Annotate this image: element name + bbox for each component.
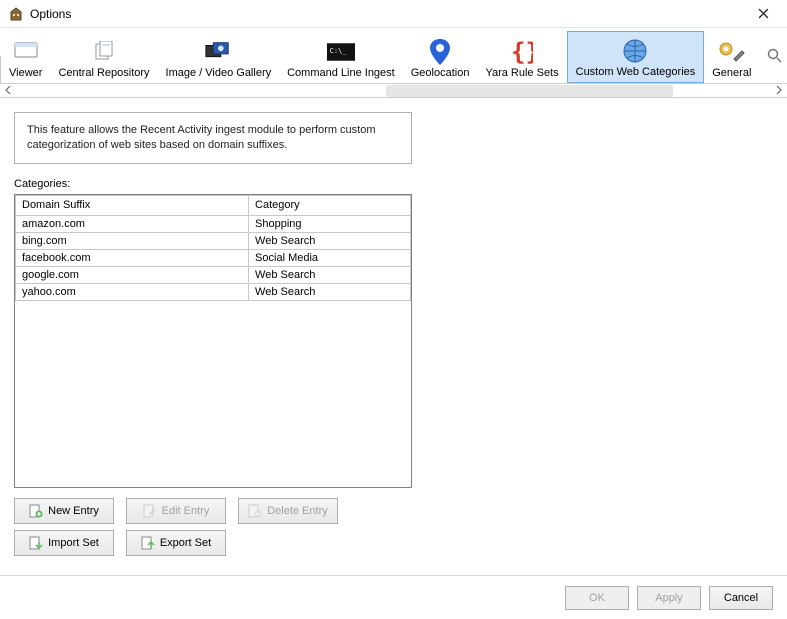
button-label: New Entry (48, 505, 99, 517)
edit-entry-button[interactable]: Edit Entry (126, 498, 226, 524)
tab-central-repository[interactable]: Central Repository (50, 31, 157, 83)
button-label: Apply (655, 592, 683, 604)
tab-label: Viewer (9, 67, 42, 79)
button-label: Delete Entry (267, 505, 328, 517)
window-title: Options (30, 7, 747, 21)
table-row[interactable]: amazon.comShopping (16, 215, 411, 232)
scroll-right-icon[interactable] (771, 85, 787, 97)
repository-icon (90, 40, 118, 64)
scroll-track[interactable] (16, 84, 771, 98)
dialog-footer: OK Apply Cancel (0, 575, 787, 619)
tab-label: Yara Rule Sets (485, 67, 558, 79)
cancel-button[interactable]: Cancel (709, 586, 773, 610)
tab-label: Geolocation (411, 67, 470, 79)
import-icon (29, 536, 43, 550)
close-button[interactable] (747, 2, 779, 26)
tab-label: General (712, 67, 751, 79)
tab-label: Custom Web Categories (576, 66, 696, 78)
yara-icon: {} (508, 40, 536, 64)
tab-command-line-ingest[interactable]: C:\_ Command Line Ingest (279, 31, 403, 83)
cell-category: Web Search (249, 283, 411, 300)
cell-category: Web Search (249, 232, 411, 249)
categories-label: Categories: (14, 178, 773, 190)
tab-viewer[interactable]: Viewer (1, 31, 50, 83)
viewer-icon (12, 40, 40, 64)
svg-text:{}: {} (511, 40, 533, 64)
table-row[interactable]: yahoo.comWeb Search (16, 283, 411, 300)
tab-yara-rule-sets[interactable]: {} Yara Rule Sets (477, 31, 566, 83)
scroll-left-icon[interactable] (0, 85, 16, 97)
cell-domain-suffix: facebook.com (16, 249, 249, 266)
title-bar: Options (0, 0, 787, 28)
table-row[interactable]: bing.comWeb Search (16, 232, 411, 249)
search-icon[interactable] (767, 48, 783, 67)
apply-button[interactable]: Apply (637, 586, 701, 610)
tab-image-video-gallery[interactable]: Image / Video Gallery (158, 31, 280, 83)
export-set-button[interactable]: Export Set (126, 530, 226, 556)
export-icon (141, 536, 155, 550)
edit-file-icon (143, 504, 157, 518)
col-category[interactable]: Category (249, 195, 411, 215)
col-domain-suffix[interactable]: Domain Suffix (16, 195, 249, 215)
table-header-row: Domain Suffix Category (16, 195, 411, 215)
app-icon (8, 6, 24, 22)
cell-category: Social Media (249, 249, 411, 266)
button-row-1: New Entry Edit Entry Delete Entry (14, 498, 773, 524)
svg-text:C:\_: C:\_ (330, 47, 348, 55)
button-label: Import Set (48, 537, 99, 549)
tab-general[interactable]: General (704, 31, 759, 83)
table-row[interactable]: google.comWeb Search (16, 266, 411, 283)
cli-icon: C:\_ (327, 40, 355, 64)
tab-geolocation[interactable]: Geolocation (403, 31, 478, 83)
tab-label: Command Line Ingest (287, 67, 395, 79)
cell-domain-suffix: bing.com (16, 232, 249, 249)
button-label: Cancel (724, 592, 758, 604)
import-set-button[interactable]: Import Set (14, 530, 114, 556)
ok-button[interactable]: OK (565, 586, 629, 610)
tab-strip: Viewer Central Repository Image / Video … (0, 28, 787, 84)
cell-category: Web Search (249, 266, 411, 283)
feature-description: This feature allows the Recent Activity … (14, 112, 412, 164)
general-icon (718, 40, 746, 64)
delete-file-icon (248, 504, 262, 518)
cell-domain-suffix: amazon.com (16, 215, 249, 232)
geolocation-icon (426, 40, 454, 64)
globe-icon (621, 39, 649, 63)
button-label: Edit Entry (162, 505, 210, 517)
delete-entry-button[interactable]: Delete Entry (238, 498, 338, 524)
new-entry-button[interactable]: New Entry (14, 498, 114, 524)
content-panel: This feature allows the Recent Activity … (0, 98, 787, 556)
add-file-icon (29, 504, 43, 518)
tab-label: Image / Video Gallery (166, 67, 272, 79)
table-row[interactable]: facebook.comSocial Media (16, 249, 411, 266)
cell-domain-suffix: yahoo.com (16, 283, 249, 300)
search-area (759, 31, 787, 83)
gallery-icon (204, 40, 232, 64)
button-label: OK (589, 592, 605, 604)
tab-custom-web-categories[interactable]: Custom Web Categories (567, 31, 705, 83)
button-label: Export Set (160, 537, 211, 549)
cell-domain-suffix: google.com (16, 266, 249, 283)
categories-table: Domain Suffix Category amazon.comShoppin… (14, 194, 412, 488)
tab-scroll (0, 84, 787, 98)
cell-category: Shopping (249, 215, 411, 232)
button-row-2: Import Set Export Set (14, 530, 773, 556)
scroll-thumb[interactable] (386, 85, 673, 97)
tab-label: Central Repository (58, 67, 149, 79)
